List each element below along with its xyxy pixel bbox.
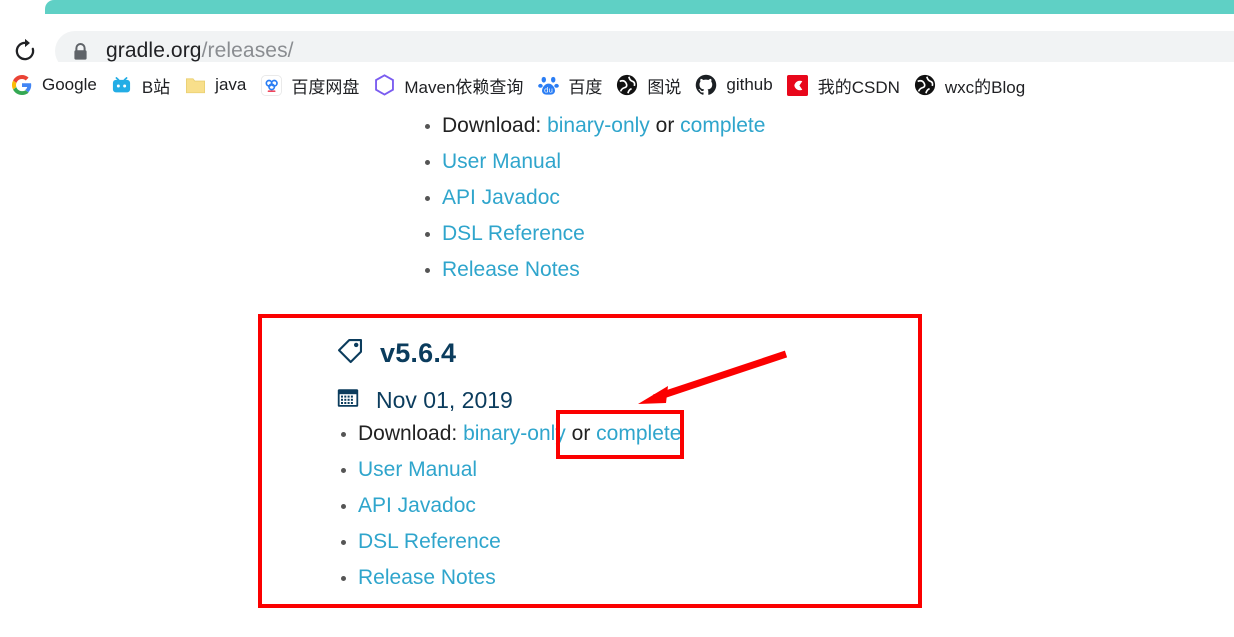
bookmark-label: Google bbox=[42, 75, 97, 94]
release-notes-link[interactable]: Release Notes bbox=[442, 258, 580, 281]
list-item: Release Notes bbox=[336, 560, 681, 596]
download-label: Download: bbox=[358, 422, 458, 445]
url-domain: gradle.org bbox=[106, 39, 202, 62]
bilibili-icon bbox=[111, 74, 133, 96]
bookmark-label: java bbox=[215, 75, 247, 94]
list-item: DSL Reference bbox=[336, 524, 681, 560]
dsl-reference-link[interactable]: DSL Reference bbox=[442, 222, 585, 245]
maven-icon bbox=[373, 74, 395, 96]
bookmark-label: 百度 bbox=[568, 77, 603, 97]
bookmark-csdn[interactable]: 我的CSDN bbox=[780, 68, 907, 102]
bookmark-github[interactable]: github bbox=[688, 68, 779, 102]
dsl-reference-link[interactable]: DSL Reference bbox=[358, 530, 501, 553]
api-javadoc-link[interactable]: API Javadoc bbox=[358, 494, 476, 517]
bookmark-label: wxc的Blog bbox=[944, 77, 1026, 97]
bookmark-baidu[interactable]: du 百度 bbox=[530, 68, 609, 102]
bookmark-baidu-pan[interactable]: 百度网盘 bbox=[253, 68, 366, 102]
svg-text:du: du bbox=[544, 86, 553, 94]
release-block-v564: v5.6.4 Nov 01, 2019 Download: binary-onl… bbox=[336, 336, 681, 596]
bookmark-label: 图说 bbox=[647, 77, 682, 97]
list-item: Release Notes bbox=[420, 252, 765, 288]
url-path: /releases/ bbox=[201, 39, 294, 62]
baidu-icon: du bbox=[537, 74, 559, 96]
bookmark-maven[interactable]: Maven依赖查询 bbox=[366, 68, 530, 102]
globe-icon bbox=[616, 74, 638, 96]
user-manual-link[interactable]: User Manual bbox=[442, 150, 561, 173]
binary-only-link[interactable]: binary-only bbox=[547, 114, 650, 137]
globe-icon bbox=[914, 74, 936, 96]
list-item: User Manual bbox=[420, 144, 765, 180]
user-manual-link[interactable]: User Manual bbox=[358, 458, 477, 481]
omnibox-row: gradle.org/releases/ bbox=[0, 14, 1234, 71]
bookmark-tushuo[interactable]: 图说 bbox=[609, 68, 688, 102]
bookmark-wxc-blog[interactable]: wxc的Blog bbox=[907, 68, 1032, 102]
binary-only-link[interactable]: binary-only bbox=[463, 422, 566, 445]
complete-link[interactable]: complete bbox=[680, 114, 765, 137]
list-item: API Javadoc bbox=[336, 488, 681, 524]
list-item: DSL Reference bbox=[420, 216, 765, 252]
csdn-icon bbox=[787, 74, 809, 96]
bookmark-java-folder[interactable]: java bbox=[177, 68, 253, 102]
tag-icon bbox=[336, 337, 364, 370]
release-version-row: v5.6.4 bbox=[336, 336, 681, 370]
bookmark-label: 百度网盘 bbox=[291, 77, 360, 97]
github-icon bbox=[695, 74, 717, 96]
folder-icon bbox=[184, 74, 206, 96]
page-content: Download: binary-only or complete User M… bbox=[0, 108, 1234, 637]
bookmark-label: B站 bbox=[141, 77, 171, 97]
active-tab[interactable] bbox=[45, 0, 1234, 14]
tab-strip bbox=[0, 0, 1234, 14]
complete-link[interactable]: complete bbox=[596, 422, 681, 445]
release-date: Nov 01, 2019 bbox=[376, 386, 513, 413]
reload-icon bbox=[15, 38, 35, 61]
or-text: or bbox=[571, 422, 591, 445]
google-icon bbox=[11, 74, 33, 96]
bookmark-google[interactable]: Google bbox=[4, 68, 104, 102]
url-text: gradle.org/releases/ bbox=[106, 39, 294, 63]
bookmark-label: Maven依赖查询 bbox=[404, 77, 524, 97]
bookmarks-bar: Google B站 java 百度网盘 Maven依赖查询 du 百度 图说 g… bbox=[0, 62, 1234, 108]
download-label: Download: bbox=[442, 114, 542, 137]
list-item-download: Download: binary-only or complete bbox=[420, 108, 765, 144]
api-javadoc-link[interactable]: API Javadoc bbox=[442, 186, 560, 209]
or-text: or bbox=[655, 114, 675, 137]
list-item-download: Download: binary-only or complete bbox=[336, 416, 681, 452]
bookmark-bilibili[interactable]: B站 bbox=[104, 68, 177, 102]
release-links-top: Download: binary-only or complete User M… bbox=[420, 108, 765, 288]
calendar-icon bbox=[336, 386, 360, 415]
baidu-pan-icon bbox=[260, 74, 282, 96]
release-links-v564: Download: binary-only or complete User M… bbox=[336, 416, 681, 596]
release-notes-link[interactable]: Release Notes bbox=[358, 566, 496, 589]
list-item: API Javadoc bbox=[420, 180, 765, 216]
release-date-row: Nov 01, 2019 bbox=[336, 384, 681, 416]
lock-icon bbox=[72, 42, 89, 61]
list-item: User Manual bbox=[336, 452, 681, 488]
release-version: v5.6.4 bbox=[380, 337, 457, 368]
bookmark-label: github bbox=[726, 75, 773, 94]
bookmark-label: 我的CSDN bbox=[817, 77, 900, 97]
